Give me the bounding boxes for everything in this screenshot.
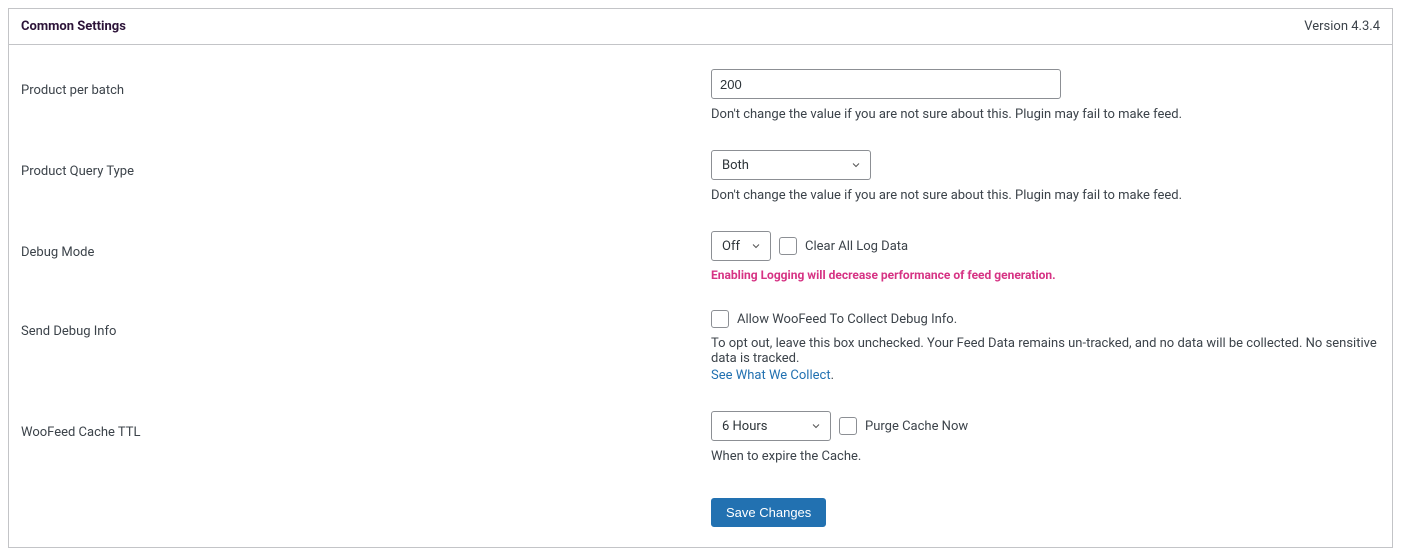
- debug-mode-value: Off: [722, 239, 740, 254]
- chevron-down-icon: [750, 240, 762, 252]
- cache-ttl-select[interactable]: 6 Hours: [711, 411, 831, 441]
- row-send-debug-info: Send Debug Info Allow WooFeed To Collect…: [21, 296, 1380, 397]
- help-product-per-batch: Don't change the value if you are not su…: [711, 107, 1380, 122]
- purge-cache-checkbox[interactable]: [839, 417, 857, 435]
- chevron-down-icon: [850, 159, 862, 171]
- allow-collect-checkbox[interactable]: [711, 310, 729, 328]
- help-product-query-type: Don't change the value if you are not su…: [711, 188, 1380, 203]
- submit-row: Save Changes: [21, 478, 1380, 527]
- label-send-debug-info: Send Debug Info: [21, 310, 711, 339]
- version-label: Version 4.3.4: [1304, 19, 1380, 34]
- product-per-batch-input[interactable]: [711, 69, 1061, 99]
- purge-cache-label: Purge Cache Now: [865, 419, 968, 434]
- allow-collect-label: Allow WooFeed To Collect Debug Info.: [737, 312, 957, 327]
- label-cache-ttl: WooFeed Cache TTL: [21, 411, 711, 440]
- label-debug-mode: Debug Mode: [21, 231, 711, 260]
- row-product-per-batch: Product per batch Don't change the value…: [21, 55, 1380, 136]
- label-product-query-type: Product Query Type: [21, 150, 711, 179]
- warn-debug-mode: Enabling Logging will decrease performan…: [711, 268, 1380, 282]
- clear-log-checkbox[interactable]: [779, 237, 797, 255]
- chevron-down-icon: [810, 420, 822, 432]
- link-period: .: [831, 368, 834, 383]
- common-settings-panel: Common Settings Version 4.3.4 Product pe…: [8, 8, 1393, 548]
- debug-mode-select[interactable]: Off: [711, 231, 771, 261]
- save-changes-button[interactable]: Save Changes: [711, 498, 826, 527]
- clear-log-label: Clear All Log Data: [805, 239, 908, 254]
- product-query-type-select[interactable]: Both: [711, 150, 871, 180]
- help-cache-ttl: When to expire the Cache.: [711, 449, 1380, 464]
- panel-header: Common Settings Version 4.3.4: [9, 9, 1392, 45]
- panel-title: Common Settings: [21, 19, 126, 34]
- label-product-per-batch: Product per batch: [21, 69, 711, 98]
- row-debug-mode: Debug Mode Off Clear All Log Data: [21, 217, 1380, 296]
- see-what-we-collect-link[interactable]: See What We Collect: [711, 368, 831, 383]
- row-product-query-type: Product Query Type Both Don't change the…: [21, 136, 1380, 217]
- panel-body: Product per batch Don't change the value…: [9, 45, 1392, 547]
- cache-ttl-value: 6 Hours: [722, 419, 768, 434]
- row-cache-ttl: WooFeed Cache TTL 6 Hours Purge Cache N: [21, 397, 1380, 478]
- help-send-debug-info: To opt out, leave this box unchecked. Yo…: [711, 336, 1380, 366]
- product-query-type-value: Both: [722, 158, 749, 173]
